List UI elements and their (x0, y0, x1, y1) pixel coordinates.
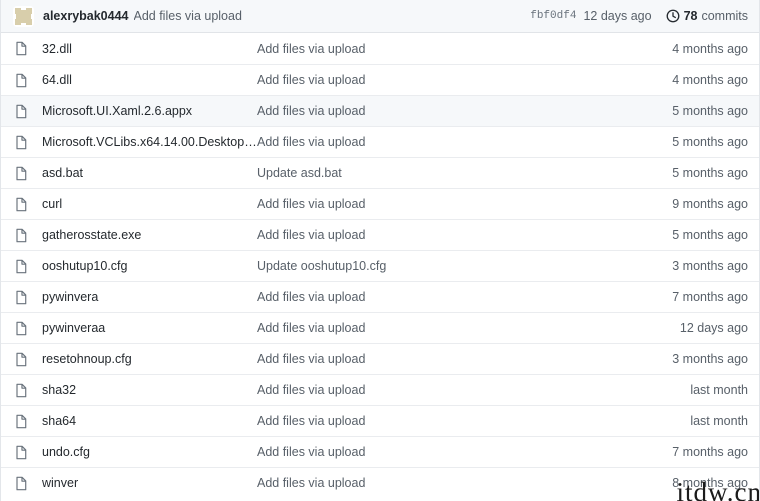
file-name-link[interactable]: pywinveraa (42, 321, 257, 335)
file-age: 8 months ago (672, 476, 748, 490)
file-commit-message-link[interactable]: Add files via upload (257, 135, 672, 149)
file-icon (13, 476, 29, 491)
file-commit-message-link[interactable]: Add files via upload (257, 445, 672, 459)
file-name-link[interactable]: undo.cfg (42, 445, 257, 459)
commit-message-link[interactable]: Add files via upload (134, 9, 242, 23)
file-commit-message-link[interactable]: Add files via upload (257, 197, 672, 211)
file-commit-message-link[interactable]: Add files via upload (257, 228, 672, 242)
file-commit-message-link[interactable]: Add files via upload (257, 104, 672, 118)
file-commit-message-link[interactable]: Add files via upload (257, 321, 680, 335)
commit-meta: fbf0df4 12 days ago 78 commits (520, 9, 748, 23)
file-name-link[interactable]: sha64 (42, 414, 257, 428)
file-icon (13, 166, 29, 181)
file-name-link[interactable]: 64.dll (42, 73, 257, 87)
file-commit-message-link[interactable]: Add files via upload (257, 290, 672, 304)
file-row[interactable]: Microsoft.UI.Xaml.2.6.appx Add files via … (1, 95, 759, 126)
file-icon (13, 290, 29, 305)
file-name-link[interactable]: curl (42, 197, 257, 211)
file-name-link[interactable]: pywinvera (42, 290, 257, 304)
file-age: 4 months ago (672, 73, 748, 87)
file-icon (13, 414, 29, 429)
file-row[interactable]: sha64 Add files via upload last month (1, 405, 759, 436)
file-icon (13, 352, 29, 367)
file-icon (13, 383, 29, 398)
file-icon (13, 228, 29, 243)
file-name-link[interactable]: 32.dll (42, 42, 257, 56)
file-commit-message-link[interactable]: Add files via upload (257, 73, 672, 87)
latest-commit-header: alexrybak0444 Add files via upload fbf0d… (1, 0, 759, 33)
file-name-link[interactable]: winver (42, 476, 257, 490)
file-icon (13, 41, 29, 56)
file-commit-message-link[interactable]: Add files via upload (257, 42, 672, 56)
file-age: 5 months ago (672, 135, 748, 149)
file-row[interactable]: gatherosstate.exe Add files via upload 5 m… (1, 219, 759, 250)
file-commit-message-link[interactable]: Add files via upload (257, 476, 672, 490)
repository-file-listing: alexrybak0444 Add files via upload fbf0d… (0, 0, 760, 501)
file-row[interactable]: ooshutup10.cfg Update ooshutup10.cfg 3 mon… (1, 250, 759, 281)
identicon-avatar-icon (13, 5, 34, 27)
file-icon (13, 135, 29, 150)
file-row[interactable]: 32.dll Add files via upload 4 months ago (1, 33, 759, 64)
file-age: 7 months ago (672, 290, 748, 304)
file-commit-message-link[interactable]: Add files via upload (257, 383, 690, 397)
file-commit-message-link[interactable]: Add files via upload (257, 414, 690, 428)
commit-sha-link[interactable]: fbf0df4 (530, 10, 576, 22)
file-icon (13, 73, 29, 88)
file-row[interactable]: undo.cfg Add files via upload 7 months ago (1, 436, 759, 467)
file-row[interactable]: pywinvera Add files via upload 7 months ag… (1, 281, 759, 312)
file-age: 7 months ago (672, 445, 748, 459)
file-icon (13, 445, 29, 460)
commit-author-link[interactable]: alexrybak0444 (43, 9, 129, 23)
file-row[interactable]: winver Add files via upload 8 months ago (1, 467, 759, 498)
commit-count-label: commits (701, 9, 748, 23)
file-row[interactable]: resetohnoup.cfg Add files via upload 3 mon… (1, 343, 759, 374)
file-age: 9 months ago (672, 197, 748, 211)
file-name-link[interactable]: resetohnoup.cfg (42, 352, 257, 366)
file-icon (13, 321, 29, 336)
file-name-link[interactable]: Microsoft.VCLibs.x64.14.00.Desktop.a… (42, 135, 257, 149)
file-icon (13, 104, 29, 119)
file-row[interactable]: asd.bat Update asd.bat 5 months ago (1, 157, 759, 188)
file-commit-message-link[interactable]: Add files via upload (257, 352, 672, 366)
file-list: 32.dll Add files via upload 4 months ago 64… (1, 33, 759, 498)
file-icon (13, 197, 29, 212)
file-age: 4 months ago (672, 41, 748, 56)
file-age: 12 days ago (679, 321, 748, 335)
file-name-link[interactable]: Microsoft.UI.Xaml.2.6.appx (42, 104, 257, 118)
commit-count-value: 78 (683, 9, 698, 23)
file-age: 5 months ago (672, 166, 748, 180)
file-commit-message-link[interactable]: Update ooshutup10.cfg (257, 259, 672, 273)
file-age: 5 months ago (672, 228, 748, 242)
file-name-link[interactable]: sha32 (42, 383, 257, 397)
file-row[interactable]: pywinveraa Add files via upload 12 days ag… (1, 312, 759, 343)
file-name-link[interactable]: gatherosstate.exe (42, 228, 257, 242)
file-row[interactable]: curl Add files via upload 9 months ago (1, 188, 759, 219)
file-age: 5 months ago (672, 104, 748, 118)
file-age: last month (690, 414, 748, 428)
file-row[interactable]: Microsoft.VCLibs.x64.14.00.Desktop.a… Add… (1, 126, 759, 157)
file-commit-message-link[interactable]: Update asd.bat (257, 166, 672, 180)
file-row[interactable]: sha32 Add files via upload last month (1, 374, 759, 405)
clock-icon (666, 9, 680, 23)
file-age: 3 months ago (672, 352, 748, 366)
file-name-link[interactable]: asd.bat (42, 166, 257, 180)
file-row[interactable]: 64.dll Add files via upload 4 months ago (1, 64, 759, 95)
commit-count-link[interactable]: 78 commits (666, 9, 748, 23)
file-icon (13, 259, 29, 274)
file-name-link[interactable]: ooshutup10.cfg (42, 259, 257, 273)
commit-date: 12 days ago (583, 9, 652, 23)
file-age: last month (690, 383, 748, 397)
file-age: 3 months ago (672, 259, 748, 273)
